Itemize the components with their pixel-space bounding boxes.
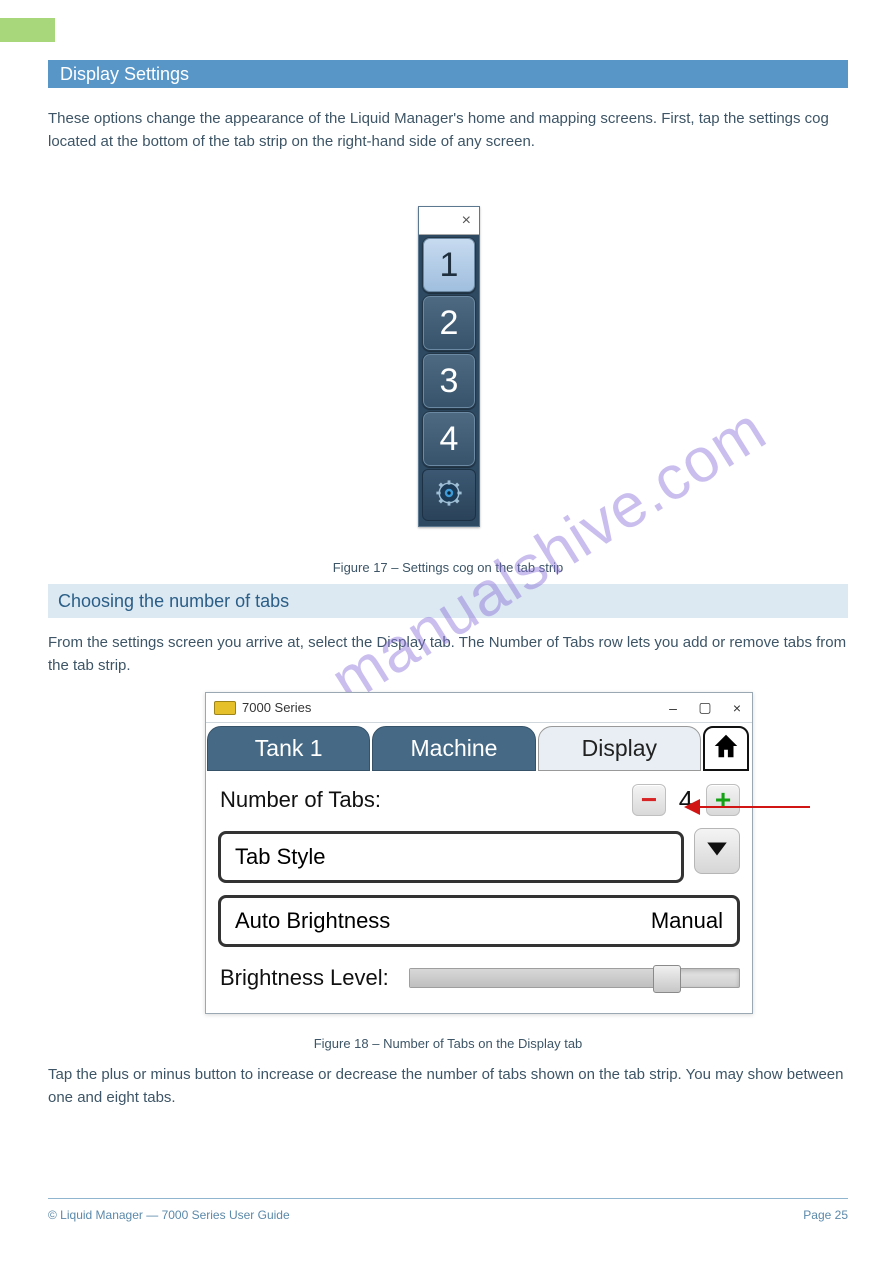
minus-icon: − (641, 784, 657, 816)
page-footer: © Liquid Manager — 7000 Series User Guid… (48, 1208, 848, 1222)
tabstrip-titlebar: × (419, 207, 479, 235)
tab-machine[interactable]: Machine (372, 726, 535, 771)
maximize-button[interactable]: ▢ (696, 699, 714, 716)
app-logo-icon (214, 701, 236, 715)
tab-1-label: 1 (440, 246, 459, 285)
brightness-slider[interactable] (409, 968, 740, 988)
subsection-heading: Choosing the number of tabs (48, 584, 848, 618)
tab-3-label: 3 (440, 362, 459, 401)
page-side-tab (0, 18, 55, 42)
tab-display-label: Display (582, 735, 657, 762)
figure-17-caption: Figure 17 – Settings cog on the tab stri… (48, 560, 848, 575)
auto-brightness-label: Auto Brightness (235, 908, 651, 934)
brightness-row: Brightness Level: (218, 961, 740, 995)
footer-divider (48, 1198, 848, 1199)
chevron-down-icon (704, 836, 730, 867)
tab-4-label: 4 (440, 420, 459, 459)
tab-2-button[interactable]: 2 (422, 295, 476, 351)
figure-18-caption: Figure 18 – Number of Tabs on the Displa… (48, 1036, 848, 1051)
callout-arrow (684, 800, 810, 814)
section-bar-title: Display Settings (48, 60, 848, 88)
scroll-down-button[interactable] (694, 828, 740, 874)
tab-tank1[interactable]: Tank 1 (207, 726, 370, 771)
brightness-slider-handle[interactable] (653, 965, 681, 993)
tabstrip-figure: × 1 2 3 4 (418, 206, 480, 527)
settings-cog-button[interactable] (422, 469, 476, 521)
tab-3-button[interactable]: 3 (422, 353, 476, 409)
footer-right: Page 25 (803, 1208, 848, 1222)
gear-icon (435, 479, 463, 512)
brightness-slider-fill (410, 969, 667, 987)
close-icon[interactable]: × (462, 212, 471, 230)
paragraph-2: From the settings screen you arrive at, … (48, 632, 848, 677)
tab-machine-label: Machine (411, 735, 498, 762)
auto-brightness-value: Manual (651, 908, 723, 934)
close-button[interactable]: × (728, 700, 746, 716)
home-button[interactable] (703, 726, 749, 771)
intro-paragraph: These options change the appearance of t… (48, 108, 848, 153)
tab-1-button[interactable]: 1 (422, 237, 476, 293)
window-title: 7000 Series (242, 700, 311, 715)
tab-2-label: 2 (440, 304, 459, 343)
decrease-tabs-button[interactable]: − (632, 784, 666, 816)
tab-display[interactable]: Display (538, 726, 701, 771)
number-of-tabs-label: Number of Tabs: (218, 781, 632, 819)
home-icon (711, 731, 741, 766)
tab-tank1-label: Tank 1 (255, 735, 323, 762)
app-tabs-row: Tank 1 Machine Display (206, 723, 752, 771)
minimize-button[interactable]: – (664, 700, 682, 716)
tab-style-row[interactable]: Tab Style (218, 831, 684, 883)
auto-brightness-row[interactable]: Auto Brightness Manual (218, 895, 740, 947)
paragraph-3: Tap the plus or minus button to increase… (48, 1064, 848, 1109)
window-titlebar: 7000 Series – ▢ × (206, 693, 752, 723)
arrow-line (696, 806, 810, 808)
app-window: 7000 Series – ▢ × Tank 1 Machine Display… (205, 692, 753, 1014)
section-bar: Display Settings (48, 60, 848, 88)
tab-4-button[interactable]: 4 (422, 411, 476, 467)
footer-left: © Liquid Manager — 7000 Series User Guid… (48, 1208, 290, 1222)
brightness-label: Brightness Level: (218, 961, 391, 995)
number-of-tabs-row: Number of Tabs: − 4 + (218, 781, 740, 819)
tab-style-label: Tab Style (235, 844, 667, 870)
subsection-heading-text: Choosing the number of tabs (58, 591, 289, 612)
